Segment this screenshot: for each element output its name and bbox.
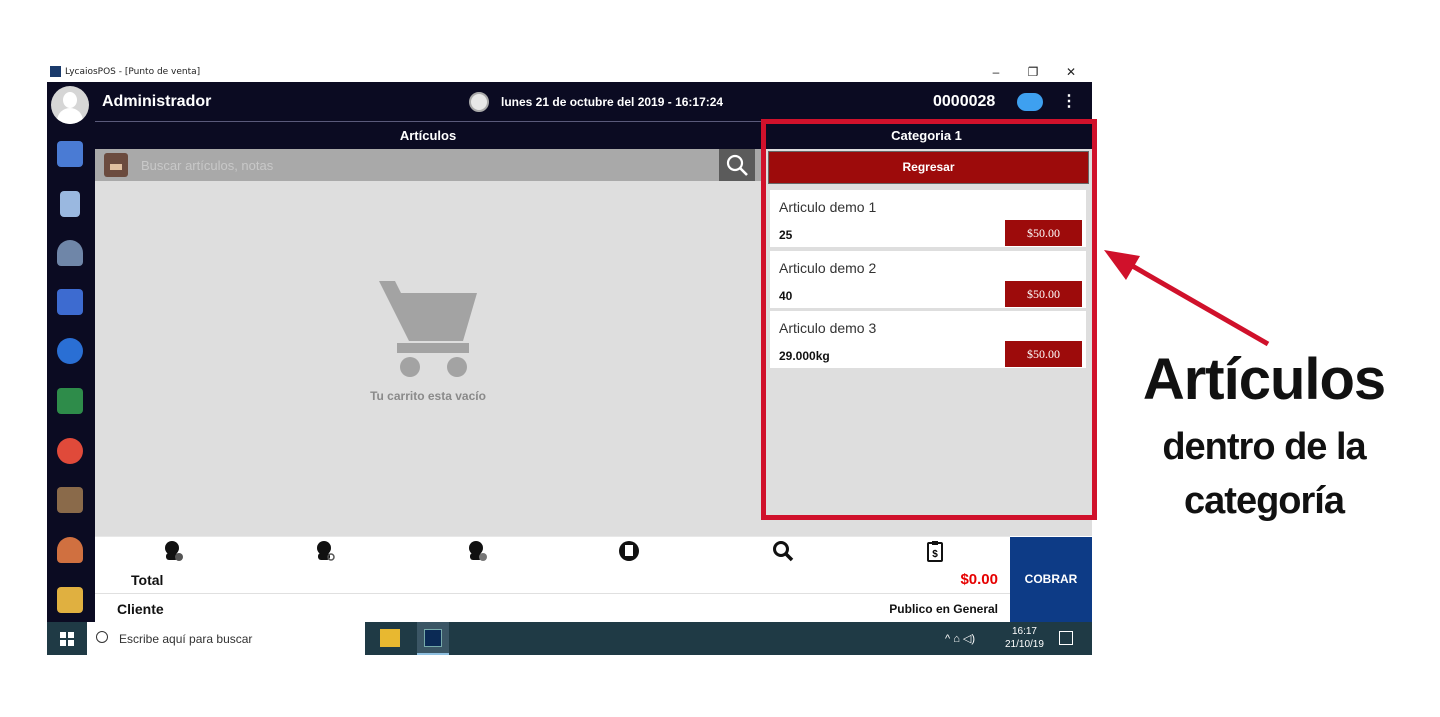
cart-area: Tu carrito esta vacío bbox=[95, 181, 761, 536]
add-customer-icon[interactable] bbox=[161, 539, 185, 563]
restore-button[interactable]: ❐ bbox=[1018, 62, 1048, 82]
remove-customer-icon[interactable] bbox=[465, 539, 489, 563]
current-datetime: lunes 21 de octubre del 2019 - 16:17:24 bbox=[501, 95, 724, 109]
ticket-number: 0000028 bbox=[933, 93, 996, 110]
app-logo-icon bbox=[50, 66, 61, 77]
system-tray[interactable]: ^ ⌂ ◁) bbox=[945, 632, 975, 645]
add-note-icon[interactable] bbox=[617, 539, 641, 563]
taskbar-time: 16:17 bbox=[1011, 626, 1037, 637]
notifications-icon[interactable] bbox=[1059, 631, 1073, 645]
window-title: LycaiosPOS - [Punto de venta] bbox=[65, 67, 201, 77]
clipboard-price-icon[interactable]: $ bbox=[923, 539, 947, 563]
annotation-subtitle-line1: dentro de la bbox=[1162, 426, 1366, 468]
box-icon bbox=[104, 153, 128, 177]
annotation-title: Artículos bbox=[1142, 347, 1386, 412]
users-icon[interactable] bbox=[57, 240, 83, 266]
lycaiospos-taskbar-icon[interactable] bbox=[417, 622, 449, 655]
client-value[interactable]: Publico en General bbox=[889, 602, 998, 616]
window-titlebar: LycaiosPOS - [Punto de venta] – ❐ ✕ bbox=[47, 62, 1092, 82]
notebook-icon[interactable] bbox=[60, 191, 80, 217]
close-button[interactable]: ✕ bbox=[1056, 62, 1086, 82]
total-label: Total bbox=[131, 572, 164, 588]
taskbar-search[interactable]: Escribe aquí para buscar bbox=[87, 622, 365, 655]
cart-icon bbox=[379, 281, 477, 377]
empty-cart-message: Tu carrito esta vacío bbox=[370, 389, 486, 403]
reports-icon[interactable] bbox=[57, 289, 83, 315]
search-icon[interactable] bbox=[771, 539, 795, 563]
search-button[interactable] bbox=[719, 149, 755, 181]
minimize-button[interactable]: – bbox=[981, 62, 1011, 82]
totals-panel: Total $0.00 Cliente Publico en General bbox=[95, 564, 1010, 622]
charge-button[interactable]: COBRAR bbox=[1010, 537, 1092, 622]
money-icon[interactable] bbox=[57, 388, 83, 414]
cash-register-icon[interactable] bbox=[57, 587, 83, 613]
taskbar-search-label: Escribe aquí para buscar bbox=[119, 632, 253, 646]
windows-start-icon[interactable] bbox=[60, 632, 74, 646]
annotation-arrow bbox=[1104, 250, 1270, 347]
search-icon bbox=[726, 154, 748, 176]
clock-icon bbox=[469, 92, 489, 112]
sidebar bbox=[47, 82, 95, 622]
total-value: $0.00 bbox=[960, 571, 998, 588]
taskbar: Escribe aquí para buscar ^ ⌂ ◁) 16:17 21… bbox=[47, 622, 1092, 655]
taskbar-date: 21/10/19 bbox=[1005, 639, 1044, 650]
annotation-subtitle-line2: categoría bbox=[1184, 480, 1345, 522]
search-input[interactable] bbox=[141, 153, 711, 177]
action-bar: $ bbox=[95, 536, 1010, 564]
team-icon[interactable] bbox=[57, 537, 83, 563]
client-label: Cliente bbox=[117, 601, 164, 617]
top-header: Administrador lunes 21 de octubre del 20… bbox=[95, 82, 1092, 122]
search-bar bbox=[95, 149, 761, 181]
top-icon[interactable] bbox=[57, 338, 83, 364]
svg-text:$: $ bbox=[932, 549, 938, 560]
inventory-icon[interactable] bbox=[57, 487, 83, 513]
alarm-icon[interactable] bbox=[57, 438, 83, 464]
highlight-frame bbox=[761, 119, 1097, 520]
user-name: Administrador bbox=[102, 93, 212, 110]
avatar[interactable] bbox=[51, 86, 89, 124]
search-icon bbox=[96, 631, 108, 643]
menu-button[interactable]: ⋮ bbox=[1061, 91, 1077, 111]
file-explorer-icon[interactable] bbox=[380, 629, 400, 647]
articles-title: Artículos bbox=[95, 122, 761, 149]
search-customer-icon[interactable] bbox=[313, 539, 337, 563]
sales-icon[interactable] bbox=[57, 141, 83, 167]
taskbar-clock[interactable]: 16:17 21/10/19 bbox=[1005, 625, 1044, 651]
cloud-sync-icon[interactable] bbox=[1017, 93, 1043, 111]
